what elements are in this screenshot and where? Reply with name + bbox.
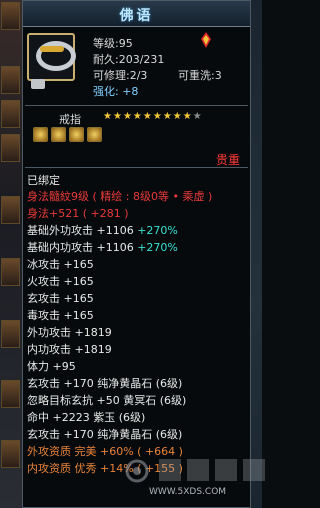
ring-band [40, 46, 64, 52]
item-type: 戒指 [59, 113, 81, 126]
skill-slot-icon[interactable] [1, 258, 20, 286]
property-line: 身法髓紋9级 ( 精绘 : 8级0等 • 乘虚 ) [27, 189, 212, 205]
star-icon: ★ [142, 111, 153, 122]
property-line: 基础外功攻击 +1106 +270% [27, 223, 178, 239]
socket-gem-icon [33, 127, 48, 142]
property-text: 毒攻击 +165 [27, 309, 94, 322]
skill-slot-icon[interactable] [1, 380, 20, 408]
item-rewashable: 可重洗:3 [178, 69, 222, 82]
star-rating: ★★★★★★★★★★ [103, 111, 203, 122]
property-text: 玄攻击 +170 纯净黄晶石 (6级) [27, 428, 183, 441]
property-line: 体力 +95 [27, 359, 76, 375]
property-line: 命中 +2223 紫玉 (6级) [27, 410, 145, 426]
star-icon: ★ [182, 111, 193, 122]
skill-slot-icon[interactable] [1, 66, 20, 94]
socket-gem-icon [51, 127, 66, 142]
skill-slot-icon[interactable] [1, 134, 20, 162]
left-sidebar [0, 0, 22, 508]
skill-slot-icon[interactable] [1, 320, 20, 348]
star-icon: ★ [103, 111, 113, 122]
property-line: 玄攻击 +170 纯净黄晶石 (6级) [27, 427, 182, 443]
property-text: 玄攻击 +165 [27, 292, 94, 305]
property-line: 玄攻击 +165 [27, 291, 94, 307]
property-text: 身法+521 ( +281 ) [27, 207, 129, 220]
lock-icon [31, 79, 45, 89]
property-text: 玄攻击 +170 纯净黄晶石 (6级) [27, 377, 183, 390]
skill-slot-icon[interactable] [1, 196, 20, 224]
property-text: 冰攻击 +165 [27, 258, 94, 271]
skill-slot-icon[interactable] [1, 440, 20, 468]
property-line: 冰攻击 +165 [27, 257, 94, 273]
property-line: 火攻击 +165 [27, 274, 94, 290]
star-icon: ★ [112, 111, 123, 122]
star-icon: ★ [122, 111, 133, 122]
item-durability: 耐久:203/231 [93, 53, 165, 66]
property-line: 基础内功攻击 +1106 +270% [27, 240, 178, 256]
flame-gem-icon [201, 32, 211, 48]
title-bar: 佛语 [23, 1, 250, 27]
property-text: 火攻击 +165 [27, 275, 94, 288]
bind-status: 已绑定 [27, 174, 60, 187]
property-line: 外功攻击 +1819 [27, 325, 112, 341]
skill-slot-icon[interactable] [1, 100, 20, 128]
star-icon: ★ [132, 111, 143, 122]
property-bonus: +270% [137, 241, 178, 254]
star-icon: ★ [172, 111, 183, 122]
property-text: 基础外功攻击 +1106 [27, 224, 138, 237]
property-line: 忽略目标玄抗 +50 黄冥石 (6级) [27, 393, 186, 409]
property-line: 玄攻击 +170 纯净黄晶石 (6级) [27, 376, 182, 392]
property-line: 内功攻击 +1819 [27, 342, 112, 358]
property-text: 基础内功攻击 +1106 [27, 241, 138, 254]
property-text: 内功攻击 +1819 [27, 343, 112, 356]
property-line: 毒攻击 +165 [27, 308, 94, 324]
item-tooltip-panel: 佛语 等级:95 耐久:203/231 可修理:2/3 可重洗:3 强化: +8… [22, 0, 265, 508]
property-text: 身法髓紋9级 ( 精绘 : 8级0等 • 乘虚 ) [27, 190, 213, 203]
right-edge-frame [250, 0, 262, 508]
item-name: 佛语 [119, 8, 154, 24]
property-text: 外功攻击 +1819 [27, 326, 112, 339]
property-text: 体力 +95 [27, 360, 76, 373]
watermark-url: WWW.5XDS.COM [149, 487, 227, 497]
property-text: 命中 +2223 紫玉 (6级) [27, 411, 146, 424]
item-level: 等级:95 [93, 37, 133, 50]
star-icon: ★ [192, 111, 203, 122]
divider [25, 167, 248, 168]
ring-item-icon [27, 33, 76, 81]
item-enhance: 强化: +8 [93, 85, 139, 98]
item-repairable: 可修理:2/3 [93, 69, 148, 82]
star-icon: ★ [162, 111, 173, 122]
socket-gem-icon [87, 127, 102, 142]
star-icon: ★ [152, 111, 163, 122]
property-line: 身法+521 ( +281 ) [27, 206, 129, 222]
divider [25, 105, 248, 106]
rarity-label: 贵重 [215, 153, 240, 167]
property-bonus: +270% [137, 224, 178, 237]
skill-slot-icon[interactable] [1, 2, 20, 30]
socket-gem-icon [69, 127, 84, 142]
property-text: 忽略目标玄抗 +50 黄冥石 (6级) [27, 394, 187, 407]
